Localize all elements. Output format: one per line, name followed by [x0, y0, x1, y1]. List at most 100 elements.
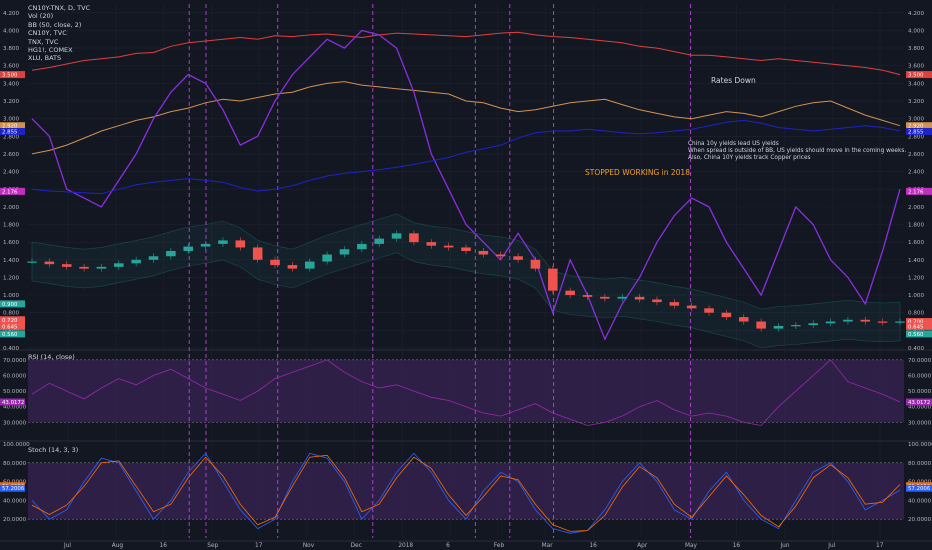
- x-tick-label: 16: [589, 543, 597, 549]
- candle-body: [357, 243, 367, 250]
- legend-item[interactable]: TNX, TVC: [28, 38, 90, 46]
- x-tick-label: Sep: [207, 543, 218, 549]
- y-tick-label-left: 1.200: [3, 275, 19, 281]
- y-tick-label-left: 3.400: [3, 81, 19, 87]
- stoch-tick-label-left: 100.0000: [3, 442, 30, 448]
- candle-body: [652, 299, 662, 303]
- candle-body: [600, 296, 610, 299]
- annotation-note-line-1: China 10y yields lead US yields: [688, 141, 779, 147]
- y-tick-label-right: 4.200: [908, 11, 924, 17]
- candle-body: [530, 259, 541, 269]
- candle-body: [322, 254, 332, 262]
- x-tick-label: 17: [876, 543, 884, 549]
- candle-body: [339, 249, 350, 255]
- candle-body: [391, 233, 402, 239]
- price-badge-left-label: 0.900: [2, 302, 18, 308]
- candle-body: [79, 266, 89, 269]
- candle-body: [27, 261, 37, 263]
- x-tick-label: 16: [733, 543, 741, 549]
- candle-body: [877, 321, 888, 323]
- x-tick-label: Apr: [637, 543, 648, 549]
- price-badge-left-label: 0.720: [2, 318, 18, 324]
- candle-body: [565, 290, 575, 296]
- x-tick-label: May: [685, 543, 698, 549]
- y-tick-label-right: 3.600: [908, 64, 924, 70]
- x-tick-label: Dec: [351, 543, 362, 549]
- chart-canvas: 4.2004.0003.8003.6003.4003.2003.0002.800…: [0, 0, 932, 550]
- y-tick-label-right: 3.000: [908, 117, 924, 123]
- x-tick-label: Jul: [63, 543, 71, 549]
- legend-item[interactable]: HG1!, COMEX: [28, 46, 90, 54]
- candle-body: [495, 254, 506, 257]
- candle-body: [200, 243, 211, 247]
- rsi-tick-label-right: 50.0000: [908, 389, 932, 395]
- legend-item[interactable]: Vol (20): [28, 12, 90, 20]
- candle-body: [513, 256, 523, 260]
- legend: CN10Y-TNX, D, TVC Vol (20) BB (50, close…: [28, 4, 90, 63]
- candle-body: [773, 325, 784, 329]
- x-tick-label: Jun: [779, 543, 789, 549]
- y-tick-label-right: 3.800: [908, 46, 924, 52]
- y-tick-label-right: 1.000: [908, 293, 924, 299]
- candle-body: [426, 242, 437, 246]
- legend-item[interactable]: XLU, BATS: [28, 54, 90, 62]
- annotation-stopped-working: STOPPED WORKING in 2018: [585, 168, 690, 177]
- y-tick-label-left: 1.400: [3, 258, 19, 264]
- price-badge-left-label: 2.855: [2, 129, 17, 135]
- x-tick-label: 17: [255, 543, 263, 549]
- rsi-tick-label-left: 30.0000: [3, 420, 27, 426]
- annotation-note-line-2: When spread is outside of BB, US yields …: [688, 148, 907, 154]
- legend-item[interactable]: CN10Y, TVC: [28, 29, 90, 37]
- y-tick-label-right: 2.600: [908, 152, 924, 158]
- x-tick-label: Jul: [827, 543, 835, 549]
- candle-body: [235, 240, 246, 248]
- price-badge-right-label: 2.855: [908, 129, 923, 135]
- candle-body: [548, 268, 558, 291]
- rsi-tick-label-left: 50.0000: [3, 389, 27, 395]
- rsi-tick-label-left: 60.0000: [3, 373, 27, 379]
- rsi-pane-label[interactable]: RSI (14, close): [28, 353, 75, 361]
- y-tick-label-right: 0.400: [908, 346, 924, 352]
- stoch-tick-label-right: 100.0000: [908, 442, 932, 448]
- candle-body: [478, 250, 489, 255]
- candle-body: [843, 319, 853, 322]
- candle-body: [582, 295, 593, 297]
- candle-body: [791, 325, 801, 327]
- x-tick-label: 6: [446, 543, 450, 549]
- candle-body: [669, 302, 680, 306]
- rsi-tick-label-left: 70.0000: [3, 358, 27, 364]
- candle-body: [287, 265, 298, 269]
- candle-body: [183, 246, 194, 251]
- price-badge-right-label: 0.560: [908, 332, 924, 338]
- legend-symbol[interactable]: CN10Y-TNX, D, TVC: [28, 4, 90, 12]
- y-tick-label-left: 0.800: [3, 311, 19, 317]
- candle-body: [617, 296, 628, 299]
- stoch-badge-right-label: 57.2006: [908, 486, 931, 492]
- legend-item[interactable]: BB (50, close, 2): [28, 21, 90, 29]
- y-tick-label-right: 3.400: [908, 81, 924, 87]
- price-badge-right-label: 0.645: [908, 324, 923, 330]
- candle-body: [443, 245, 454, 248]
- candle-body: [44, 261, 55, 265]
- candle-body: [218, 240, 228, 244]
- x-tick-label: Feb: [494, 543, 505, 549]
- y-tick-label-right: 1.400: [908, 258, 924, 264]
- annotation-rates-down: Rates Down: [711, 76, 756, 85]
- y-tick-label-left: 2.000: [3, 205, 19, 211]
- rsi-tick-label-right: 60.0000: [908, 373, 932, 379]
- stoch-pane-label[interactable]: Stoch (14, 3, 3): [28, 446, 78, 454]
- price-badge-right-label: 2.176: [908, 189, 924, 195]
- candle-body: [634, 296, 645, 300]
- y-tick-label-left: 3.600: [3, 64, 19, 70]
- price-badge-left-label: 2.176: [2, 189, 18, 195]
- stoch-tick-label-left: 80.0000: [3, 461, 27, 467]
- stoch-tick-label-right: 80.0000: [908, 461, 932, 467]
- x-tick-label: Mar: [542, 543, 554, 549]
- candle-body: [461, 247, 471, 251]
- y-tick-label-right: 3.200: [908, 99, 924, 105]
- candle-body: [721, 312, 732, 318]
- y-tick-label-right: 1.200: [908, 275, 924, 281]
- stoch-tick-label-right: 20.0000: [908, 517, 932, 523]
- y-tick-label-left: 2.400: [3, 170, 19, 176]
- y-tick-label-right: 4.000: [908, 28, 924, 34]
